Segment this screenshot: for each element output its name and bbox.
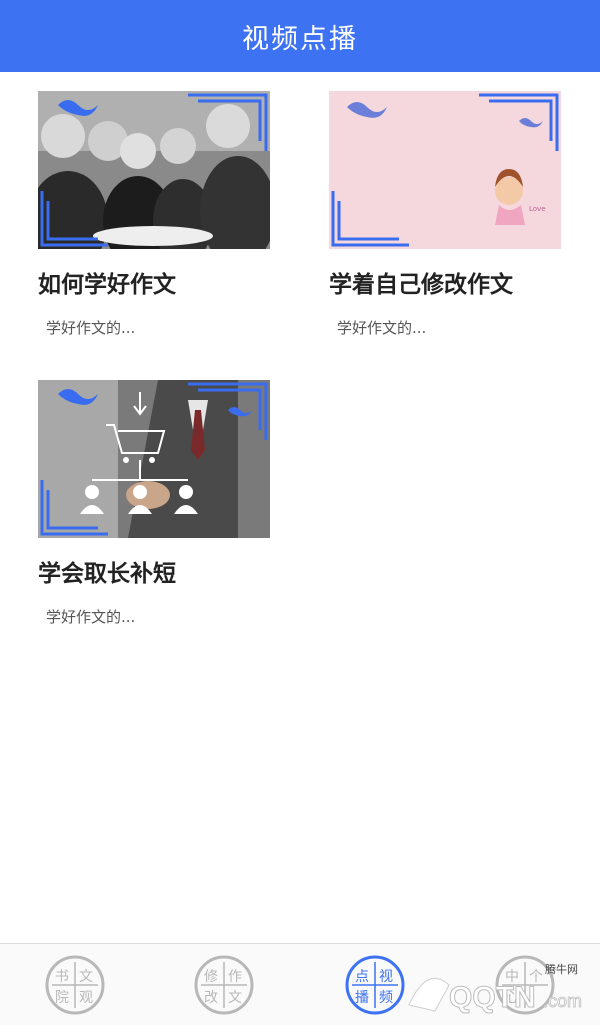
seal-char: 作 bbox=[228, 969, 242, 985]
video-desc-2: 学好作文的... bbox=[337, 319, 427, 337]
video-thumbnail-2[interactable]: Love bbox=[329, 91, 561, 249]
video-desc-3: 学好作文的... bbox=[46, 608, 136, 626]
watermark-logo-text: QQTN bbox=[449, 981, 536, 1014]
seal-char: 观 bbox=[79, 990, 93, 1006]
seal-char: 书 bbox=[55, 969, 69, 985]
seal-char: 视 bbox=[379, 969, 393, 985]
svg-text:Love: Love bbox=[529, 205, 546, 213]
seal-char: 院 bbox=[55, 990, 69, 1006]
video-thumbnail-1[interactable] bbox=[38, 91, 270, 249]
seal-char: 频 bbox=[379, 990, 393, 1006]
video-title-2[interactable]: 学着自己修改作文 bbox=[329, 265, 513, 299]
video-title-1[interactable]: 如何学好作文 bbox=[38, 265, 176, 299]
tab-revise[interactable]: 修 作 改 文 bbox=[193, 954, 255, 1016]
seal-char: 播 bbox=[355, 990, 369, 1006]
video-desc-1: 学好作文的... bbox=[46, 319, 136, 337]
seal-icon: 修 作 改 文 bbox=[194, 955, 254, 1015]
seal-char: 文 bbox=[228, 990, 242, 1006]
video-thumbnail-3[interactable] bbox=[38, 380, 270, 538]
app-header: 视频点播 bbox=[0, 0, 600, 72]
tab-academy[interactable]: 书 文 院 观 bbox=[44, 954, 106, 1016]
tab-video[interactable]: 点 视 播 频 bbox=[344, 954, 406, 1016]
video-card-1[interactable]: 如何学好作文 学好作文的... bbox=[38, 91, 272, 341]
page-title: 视频点播 bbox=[242, 23, 358, 55]
video-title-3[interactable]: 学会取长补短 bbox=[38, 554, 176, 588]
seal-char: 点 bbox=[355, 969, 369, 985]
seal-icon: 书 文 院 观 bbox=[45, 955, 105, 1015]
seal-icon: 点 视 播 频 bbox=[345, 955, 405, 1015]
video-card-3[interactable]: 学会取长补短 学好作文的... bbox=[38, 380, 272, 630]
seal-char: 文 bbox=[79, 969, 93, 985]
watermark-suffix: .com bbox=[543, 991, 582, 1011]
video-card-2[interactable]: Love 学着自己修改作文 学好作文的... bbox=[329, 91, 563, 341]
watermark-brand: 腾牛网 bbox=[545, 962, 578, 976]
seal-char: 修 bbox=[204, 969, 218, 985]
site-watermark: QQTN .com 腾牛网 bbox=[405, 955, 595, 1021]
seal-char: 改 bbox=[204, 990, 218, 1006]
